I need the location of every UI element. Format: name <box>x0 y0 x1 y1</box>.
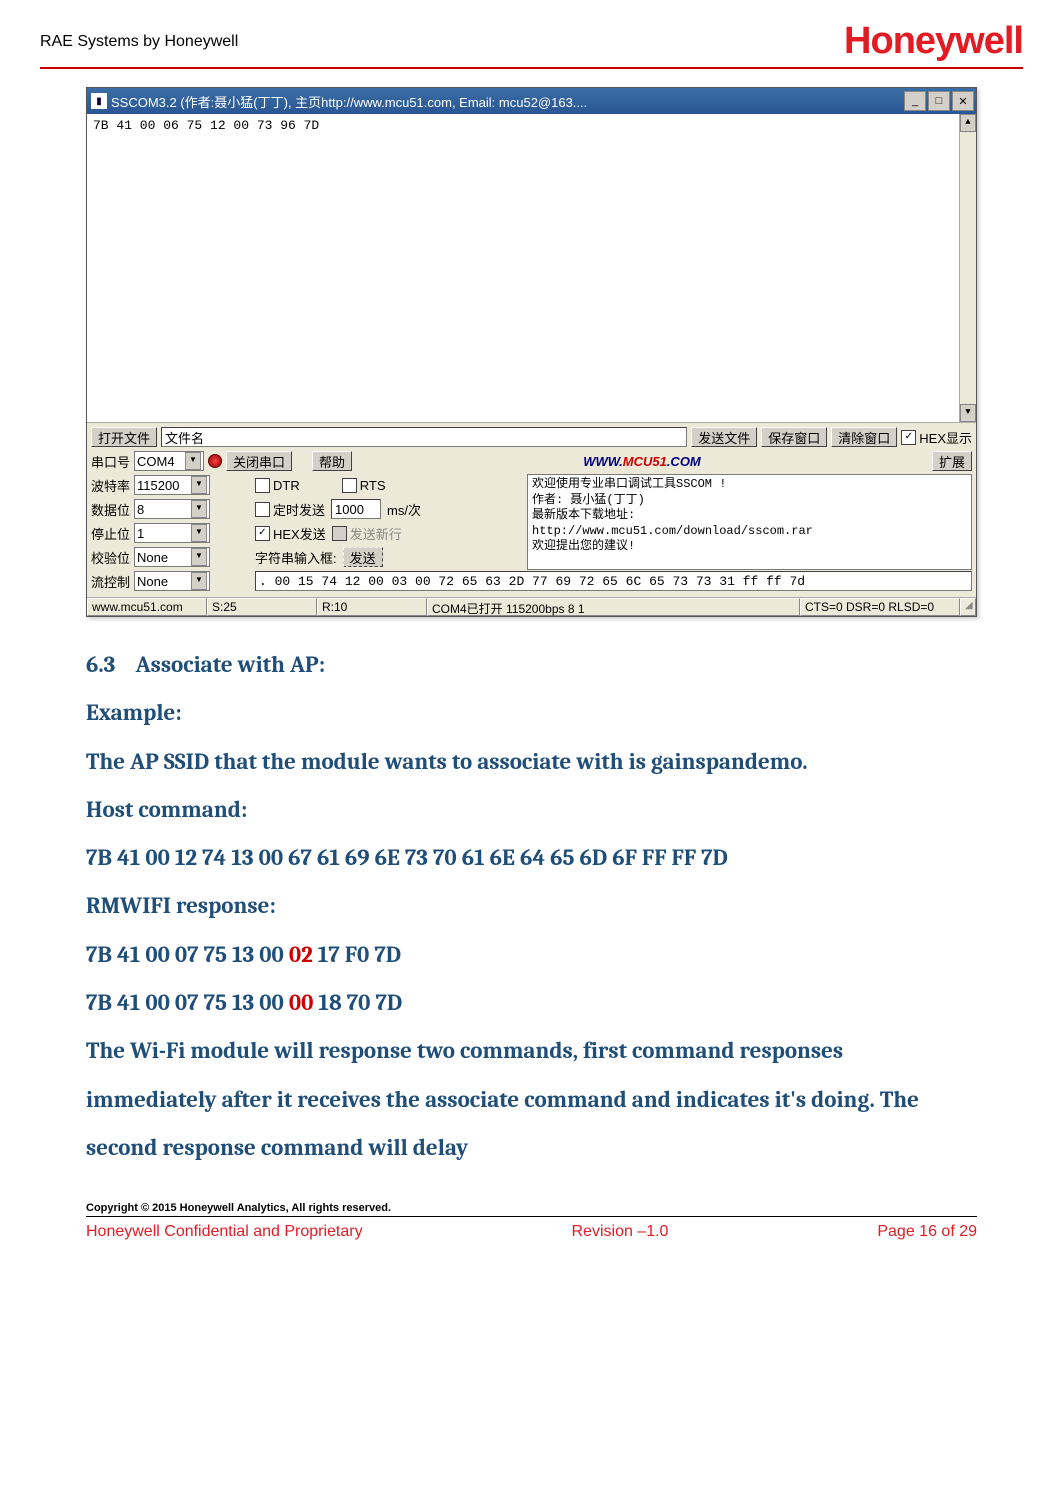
resize-grip-icon[interactable]: ◢ <box>960 598 976 616</box>
footer-right: Page 16 of 29 <box>877 1223 977 1241</box>
maximize-button[interactable]: □ <box>928 91 950 111</box>
status-ctrl: CTS=0 DSR=0 RLSD=0 <box>800 598 960 616</box>
databits-select[interactable]: 8▼ <box>134 499 210 519</box>
clear-window-button[interactable]: 清除窗口 <box>831 427 897 447</box>
status-port: COM4已打开 115200bps 8 1 <box>427 598 800 616</box>
response-2: 7B 41 00 07 75 13 00 00 18 70 7D <box>86 979 977 1027</box>
minimize-button[interactable]: _ <box>904 91 926 111</box>
output-text: 7B 41 00 06 75 12 00 73 96 7D <box>93 118 319 133</box>
sscom-window: ▮ SSCOM3.2 (作者:聂小猛(丁丁), 主页http://www.mcu… <box>86 87 977 617</box>
page-header: RAE Systems by Honeywell Honeywell <box>40 20 1023 69</box>
port-select[interactable]: COM4▼ <box>134 451 204 471</box>
explanation-para: The Wi-Fi module will response two comma… <box>86 1037 919 1161</box>
section-title: Associate with AP: <box>136 651 325 678</box>
example-label: Example: <box>86 699 182 726</box>
status-indicator-icon <box>208 454 222 468</box>
page-footer: Copyright © 2015 Honeywell Analytics, Al… <box>40 1202 1023 1241</box>
timer-send-checkbox[interactable]: 定时发送 <box>255 500 325 519</box>
dtr-checkbox[interactable]: DTR <box>255 478 300 493</box>
port-label: 串口号 <box>91 452 130 471</box>
titlebar: ▮ SSCOM3.2 (作者:聂小猛(丁丁), 主页http://www.mcu… <box>87 88 976 114</box>
status-recv: R:10 <box>317 598 427 616</box>
scroll-down-icon[interactable]: ▼ <box>960 404 976 422</box>
parity-label: 校验位 <box>91 548 130 567</box>
hex-input[interactable] <box>255 571 972 591</box>
host-command-hex: 7B 41 00 12 74 13 00 67 61 69 6E 73 70 6… <box>86 844 728 871</box>
stopbits-select[interactable]: 1▼ <box>134 523 210 543</box>
interval-unit: ms/次 <box>387 500 421 519</box>
send-button[interactable]: 发送 <box>343 547 383 567</box>
footer-center: Revision –1.0 <box>572 1223 669 1241</box>
section-number: 6.3 <box>86 651 115 678</box>
mcu-link[interactable]: WWW.MCU51.COM <box>356 454 928 469</box>
send-newline-checkbox[interactable]: 发送新行 <box>332 524 402 543</box>
databits-label: 数据位 <box>91 500 130 519</box>
status-sent: S:25 <box>207 598 317 616</box>
close-port-button[interactable]: 关闭串口 <box>226 451 292 471</box>
scroll-up-icon[interactable]: ▲ <box>960 114 976 132</box>
info-box: 欢迎使用专业串口调试工具SSCOM ! 作者: 聂小猛(丁丁) 最新版本下载地址… <box>527 474 972 570</box>
header-company: RAE Systems by Honeywell <box>40 33 238 51</box>
document-content: 6.3 Associate with AP: Example: The AP S… <box>86 641 977 1172</box>
expand-button[interactable]: 扩展 <box>932 451 972 471</box>
statusbar: www.mcu51.com S:25 R:10 COM4已打开 115200bp… <box>87 597 976 616</box>
input-label: 字符串输入框: <box>255 548 337 567</box>
example-text: The AP SSID that the module wants to ass… <box>86 748 808 775</box>
copyright: Copyright © 2015 Honeywell Analytics, Al… <box>86 1202 977 1217</box>
hex-send-checkbox[interactable]: ✓HEX发送 <box>255 524 326 543</box>
response-label: RMWIFI response: <box>86 892 276 919</box>
rts-checkbox[interactable]: RTS <box>342 478 386 493</box>
scrollbar[interactable]: ▲ ▼ <box>959 114 976 422</box>
filename-input[interactable] <box>161 427 687 447</box>
send-file-button[interactable]: 发送文件 <box>691 427 757 447</box>
open-file-button[interactable]: 打开文件 <box>91 427 157 447</box>
window-title: SSCOM3.2 (作者:聂小猛(丁丁), 主页http://www.mcu51… <box>111 92 904 111</box>
close-button[interactable]: ✕ <box>952 91 974 111</box>
flow-select[interactable]: None▼ <box>134 571 210 591</box>
host-command-label: Host command: <box>86 796 247 823</box>
footer-left: Honeywell Confidential and Proprietary <box>86 1223 363 1241</box>
app-icon: ▮ <box>91 93 107 109</box>
response-1: 7B 41 00 07 75 13 00 02 17 F0 7D <box>86 931 977 979</box>
stopbits-label: 停止位 <box>91 524 130 543</box>
hex-display-checkbox[interactable]: ✓HEX显示 <box>901 428 972 447</box>
parity-select[interactable]: None▼ <box>134 547 210 567</box>
flow-label: 流控制 <box>91 572 130 591</box>
baud-label: 波特率 <box>91 476 130 495</box>
honeywell-logo: Honeywell <box>844 20 1023 63</box>
save-window-button[interactable]: 保存窗口 <box>761 427 827 447</box>
interval-input[interactable] <box>331 499 381 519</box>
output-area: 7B 41 00 06 75 12 00 73 96 7D ▲ ▼ <box>87 114 976 422</box>
help-button[interactable]: 帮助 <box>312 451 352 471</box>
baud-select[interactable]: 115200▼ <box>134 475 210 495</box>
status-url: www.mcu51.com <box>87 598 207 616</box>
